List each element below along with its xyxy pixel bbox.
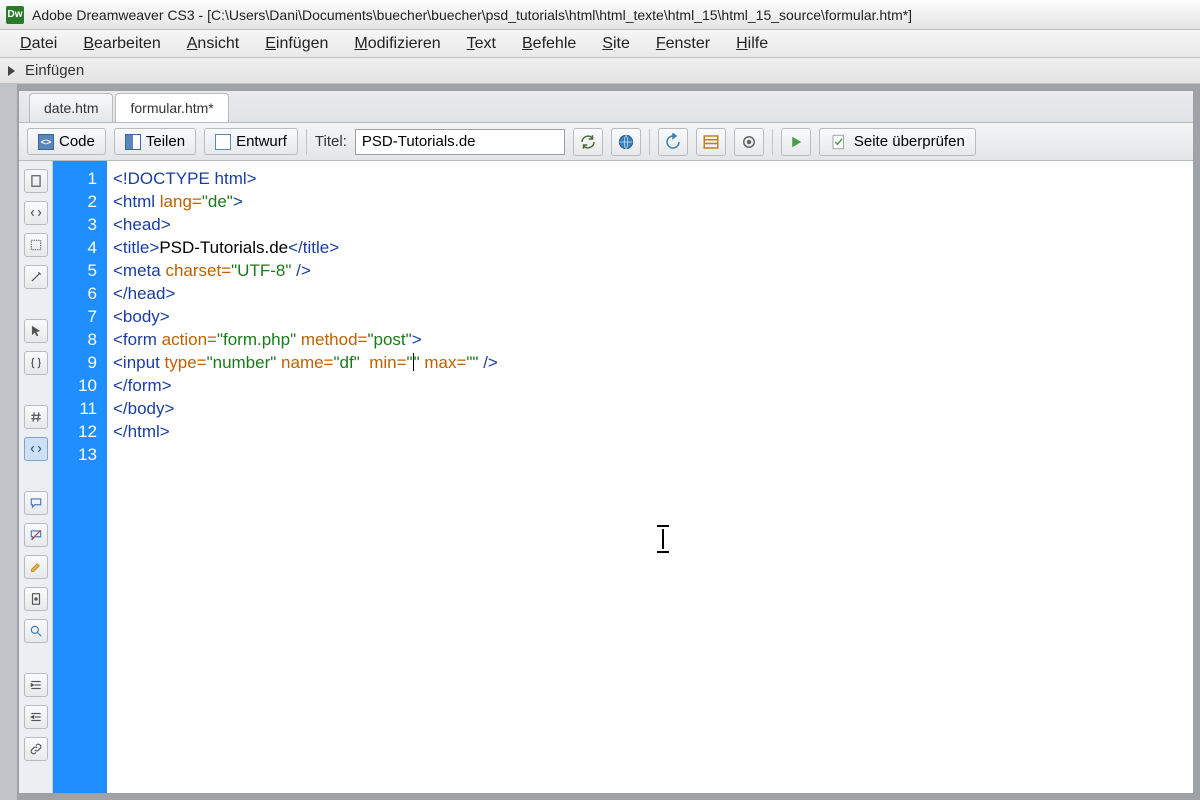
- title-label: Titel:: [315, 133, 347, 150]
- menu-bearbeiten[interactable]: Bearbeiten: [73, 33, 170, 55]
- tool-comment-icon[interactable]: [24, 491, 48, 515]
- code-view-button[interactable]: <> Code: [27, 128, 106, 155]
- separator: [306, 129, 307, 155]
- tool-comment-remove-icon[interactable]: [24, 523, 48, 547]
- tool-search-icon[interactable]: [24, 619, 48, 643]
- line-number: 4: [53, 236, 97, 259]
- document-area: date.htmformular.htm* <> Code Teilen Ent…: [0, 84, 1200, 800]
- tab-formular-htm-[interactable]: formular.htm*: [115, 93, 228, 122]
- code-line[interactable]: <!DOCTYPE html>: [113, 167, 1193, 190]
- code-line[interactable]: </body>: [113, 397, 1193, 420]
- code-line[interactable]: <title>PSD-Tutorials.de</title>: [113, 236, 1193, 259]
- insert-bar-label: Einfügen: [25, 62, 84, 79]
- titlebar: Dw Adobe Dreamweaver CS3 - [C:\Users\Dan…: [0, 0, 1200, 30]
- menu-modifizieren[interactable]: Modifizieren: [344, 33, 450, 55]
- code-view-label: Code: [59, 133, 95, 150]
- tool-outdent-icon[interactable]: [24, 705, 48, 729]
- line-number: 12: [53, 420, 97, 443]
- code-line[interactable]: <input type="number" name="df" min="" ma…: [113, 351, 1193, 374]
- title-input[interactable]: [355, 129, 565, 155]
- menu-hilfe[interactable]: Hilfe: [726, 33, 778, 55]
- line-number: 5: [53, 259, 97, 282]
- code-line[interactable]: <meta charset="UTF-8" />: [113, 259, 1193, 282]
- line-number: 11: [53, 397, 97, 420]
- refresh-icon[interactable]: [658, 128, 688, 156]
- viewbar: <> Code Teilen Entwurf Titel:: [19, 123, 1193, 161]
- line-number: 7: [53, 305, 97, 328]
- code-line[interactable]: </form>: [113, 374, 1193, 397]
- tool-wand-icon[interactable]: [24, 265, 48, 289]
- line-number: 2: [53, 190, 97, 213]
- line-number: 6: [53, 282, 97, 305]
- tool-document-icon[interactable]: [24, 169, 48, 193]
- tool-balance-icon[interactable]: [24, 201, 48, 225]
- line-number-gutter: 12345678910111213: [53, 161, 107, 793]
- view-options-icon[interactable]: [734, 128, 764, 156]
- cursor: [413, 353, 414, 371]
- play-icon[interactable]: [781, 128, 811, 156]
- code-line[interactable]: <head>: [113, 213, 1193, 236]
- document-panel: date.htmformular.htm* <> Code Teilen Ent…: [18, 90, 1194, 794]
- app-icon: Dw: [6, 6, 24, 24]
- line-number: 1: [53, 167, 97, 190]
- tool-code-active-icon[interactable]: [24, 437, 48, 461]
- disclosure-icon: [8, 66, 15, 76]
- list-icon[interactable]: [696, 128, 726, 156]
- line-number: 3: [53, 213, 97, 236]
- panel-gutter: [0, 84, 18, 800]
- separator: [772, 129, 773, 155]
- menu-befehle[interactable]: Befehle: [512, 33, 586, 55]
- tool-highlight-icon[interactable]: [24, 555, 48, 579]
- line-number: 8: [53, 328, 97, 351]
- line-number: 13: [53, 443, 97, 466]
- design-view-button[interactable]: Entwurf: [204, 128, 298, 155]
- line-number: 9: [53, 351, 97, 374]
- check-page-button[interactable]: Seite überprüfen: [819, 128, 976, 156]
- menu-fenster[interactable]: Fenster: [646, 33, 720, 55]
- editor: 12345678910111213 <!DOCTYPE html><html l…: [19, 161, 1193, 793]
- tool-hash-icon[interactable]: [24, 405, 48, 429]
- tool-page-icon[interactable]: [24, 587, 48, 611]
- code-line[interactable]: <html lang="de">: [113, 190, 1193, 213]
- separator: [649, 129, 650, 155]
- design-icon: [215, 134, 231, 150]
- tabstrip: date.htmformular.htm*: [19, 91, 1193, 123]
- code-line[interactable]: <body>: [113, 305, 1193, 328]
- code-line[interactable]: </head>: [113, 282, 1193, 305]
- split-view-button[interactable]: Teilen: [114, 128, 196, 155]
- text-caret: [662, 529, 664, 549]
- globe-icon[interactable]: [611, 128, 641, 156]
- tool-indent-icon[interactable]: [24, 673, 48, 697]
- code-editor[interactable]: <!DOCTYPE html><html lang="de"><head><ti…: [107, 161, 1193, 793]
- tool-arrow-icon[interactable]: [24, 319, 48, 343]
- sync-icon[interactable]: [573, 128, 603, 156]
- menu-datei[interactable]: Datei: [10, 33, 67, 55]
- menubar: Datei Bearbeiten Ansicht Einfügen Modifizier…: [0, 30, 1200, 58]
- design-view-label: Entwurf: [236, 133, 287, 150]
- code-tool-column: [19, 161, 53, 793]
- tab-date-htm[interactable]: date.htm: [29, 93, 113, 122]
- check-page-label: Seite überprüfen: [854, 133, 965, 150]
- tool-braces-icon[interactable]: [24, 351, 48, 375]
- code-line[interactable]: [113, 443, 1193, 466]
- menu-site[interactable]: Site: [592, 33, 640, 55]
- code-line[interactable]: </html>: [113, 420, 1193, 443]
- menu-ansicht[interactable]: Ansicht: [177, 33, 249, 55]
- split-view-label: Teilen: [146, 133, 185, 150]
- insert-bar[interactable]: Einfügen: [0, 58, 1200, 84]
- code-icon: <>: [38, 134, 54, 150]
- code-line[interactable]: <form action="form.php" method="post">: [113, 328, 1193, 351]
- tool-link-icon[interactable]: [24, 737, 48, 761]
- window-title: Adobe Dreamweaver CS3 - [C:\Users\Dani\D…: [32, 7, 912, 23]
- tool-select-parent-icon[interactable]: [24, 233, 48, 257]
- line-number: 10: [53, 374, 97, 397]
- split-icon: [125, 134, 141, 150]
- menu-text[interactable]: Text: [457, 33, 506, 55]
- menu-einfügen[interactable]: Einfügen: [255, 33, 338, 55]
